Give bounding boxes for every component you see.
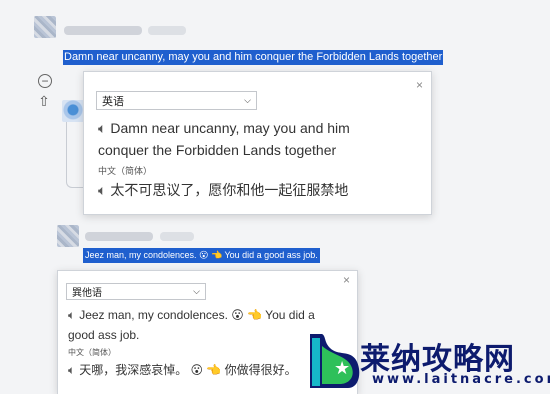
avatar[interactable] <box>57 225 79 247</box>
translation-text: 🔈︎ 天哪，我深感哀悼。 😮 👈 你做得很好。 <box>68 361 297 379</box>
username[interactable] <box>64 26 142 35</box>
translation-text: 🔈︎ 太不可思议了，愿你和他一起征服禁地 <box>98 180 348 200</box>
source-text-line: conquer the Forbidden Lands together <box>98 142 337 158</box>
speaker-icon[interactable]: 🔈︎ <box>68 361 75 379</box>
timestamp <box>148 26 186 35</box>
comment-text-selected[interactable]: Damn near uncanny, may you and him conqu… <box>63 50 444 65</box>
source-language-value: 巽他语 <box>72 288 102 299</box>
collapse-icon[interactable]: − <box>38 74 52 88</box>
chevron-down-icon: ⌵ <box>193 285 200 296</box>
brand-logo-icon: ★ <box>310 334 360 388</box>
translation-line: 天哪，我深感哀悼。 😮 👈 你做得很好。 <box>79 363 297 377</box>
chevron-down-icon: ⌵ <box>244 94 251 105</box>
source-text: 🔈︎ Damn near uncanny, may you and him con… <box>98 117 350 161</box>
close-icon[interactable]: × <box>416 78 423 92</box>
source-language-value: 英语 <box>102 95 124 108</box>
source-text-line: good ass job. <box>68 328 140 342</box>
username[interactable] <box>85 232 153 241</box>
close-icon[interactable]: × <box>343 273 350 287</box>
watermark: ★ 莱纳攻略网 www.laitnacre.com <box>300 328 550 394</box>
source-language-select[interactable]: 巽他语 ⌵ <box>66 283 206 300</box>
source-text-line: Damn near uncanny, may you and him <box>110 120 350 136</box>
speaker-icon[interactable]: 🔈︎ <box>98 117 106 139</box>
avatar[interactable] <box>34 16 56 38</box>
translation-line: 太不可思议了，愿你和他一起征服禁地 <box>110 182 349 198</box>
translation-popup: × 英语 ⌵ 🔈︎ Damn near uncanny, may you and … <box>83 71 432 215</box>
source-text-line: Jeez man, my condolences. 😮 👈 You did a <box>79 308 315 322</box>
svg-text:★: ★ <box>334 358 350 379</box>
comment-text-selected[interactable]: Jeez man, my condolences. 😮 👈 You did a … <box>83 248 320 263</box>
upvote-icon[interactable]: ⇧ <box>37 93 51 109</box>
speaker-icon[interactable]: 🔈︎ <box>98 180 106 200</box>
target-language-label: 中文（简体） <box>98 166 153 176</box>
avatar[interactable] <box>62 100 84 122</box>
source-language-select[interactable]: 英语 ⌵ <box>96 91 257 110</box>
watermark-url: www.laitnacre.com <box>372 372 550 387</box>
speaker-icon[interactable]: 🔈︎ <box>68 305 75 325</box>
target-language-label: 中文（简体） <box>68 348 116 357</box>
source-text: 🔈︎ Jeez man, my condolences. 😮 👈 You did … <box>68 305 315 345</box>
timestamp <box>160 232 194 241</box>
